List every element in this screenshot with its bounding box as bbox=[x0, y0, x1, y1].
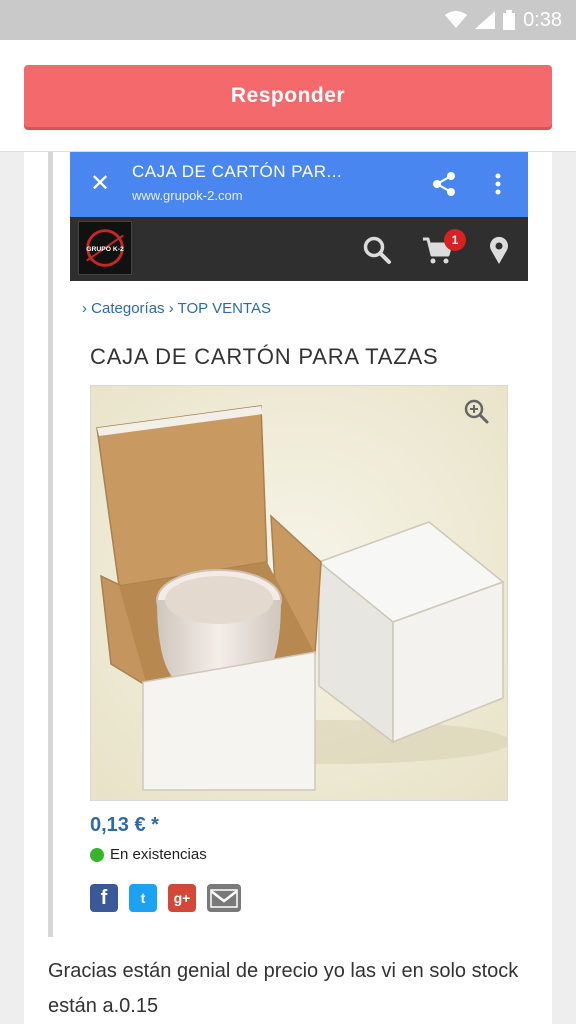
comment-text: Gracias están genial de precio yo las vi… bbox=[48, 960, 519, 1017]
location-pin-icon[interactable] bbox=[488, 235, 510, 265]
close-icon[interactable]: ✕ bbox=[86, 170, 114, 198]
status-icons: 0:38 bbox=[445, 8, 562, 32]
post-content: ✕ CAJA DE CARTÓN PAR... www.grupok-2.com bbox=[24, 152, 552, 1024]
breadcrumb-chevron: › bbox=[168, 300, 174, 317]
quote-bar bbox=[48, 152, 53, 937]
browser-page-title: CAJA DE CARTÓN PAR... bbox=[132, 162, 343, 181]
site-logo-text: GRUPO K-2 bbox=[86, 246, 124, 253]
status-time: 0:38 bbox=[523, 8, 562, 31]
product-image[interactable] bbox=[90, 385, 508, 801]
site-header: GRUPO K-2 1 bbox=[70, 217, 528, 281]
twitter-icon[interactable]: t bbox=[129, 884, 157, 912]
browser-url: www.grupok-2.com bbox=[132, 188, 243, 203]
status-bar: 0:38 bbox=[0, 0, 576, 40]
google-plus-icon[interactable]: g+ bbox=[168, 884, 196, 912]
product-photo bbox=[91, 386, 507, 800]
stock-text: En existencias bbox=[110, 846, 207, 863]
social-share-bar: f t g+ bbox=[90, 884, 241, 912]
share-icon[interactable] bbox=[430, 170, 458, 198]
cart-count-badge: 1 bbox=[444, 229, 466, 251]
wifi-icon bbox=[445, 11, 468, 28]
browser-toolbar: ✕ CAJA DE CARTÓN PAR... www.grupok-2.com bbox=[70, 152, 528, 217]
site-logo[interactable]: GRUPO K-2 bbox=[78, 221, 132, 275]
product-title: CAJA DE CARTÓN PARA TAZAS bbox=[90, 344, 439, 369]
breadcrumb-categories[interactable]: Categorías bbox=[91, 300, 164, 317]
stock-dot-icon bbox=[90, 847, 104, 862]
stock-status: En existencias bbox=[90, 846, 207, 863]
more-menu-icon[interactable] bbox=[488, 170, 508, 198]
email-icon[interactable] bbox=[207, 884, 241, 912]
breadcrumb-top-ventas[interactable]: TOP VENTAS bbox=[178, 300, 271, 317]
breadcrumb-chevron: › bbox=[82, 300, 87, 317]
embedded-screenshot: ✕ CAJA DE CARTÓN PAR... www.grupok-2.com bbox=[70, 152, 528, 937]
search-icon[interactable] bbox=[362, 235, 392, 265]
breadcrumb: › Categorías › TOP VENTAS bbox=[82, 300, 271, 317]
reply-button[interactable]: Responder bbox=[24, 65, 552, 127]
battery-icon bbox=[503, 10, 516, 30]
reply-panel: Responder bbox=[0, 40, 576, 152]
product-price: 0,13 € * bbox=[90, 814, 159, 836]
facebook-icon[interactable]: f bbox=[90, 884, 118, 912]
signal-icon bbox=[475, 11, 496, 29]
